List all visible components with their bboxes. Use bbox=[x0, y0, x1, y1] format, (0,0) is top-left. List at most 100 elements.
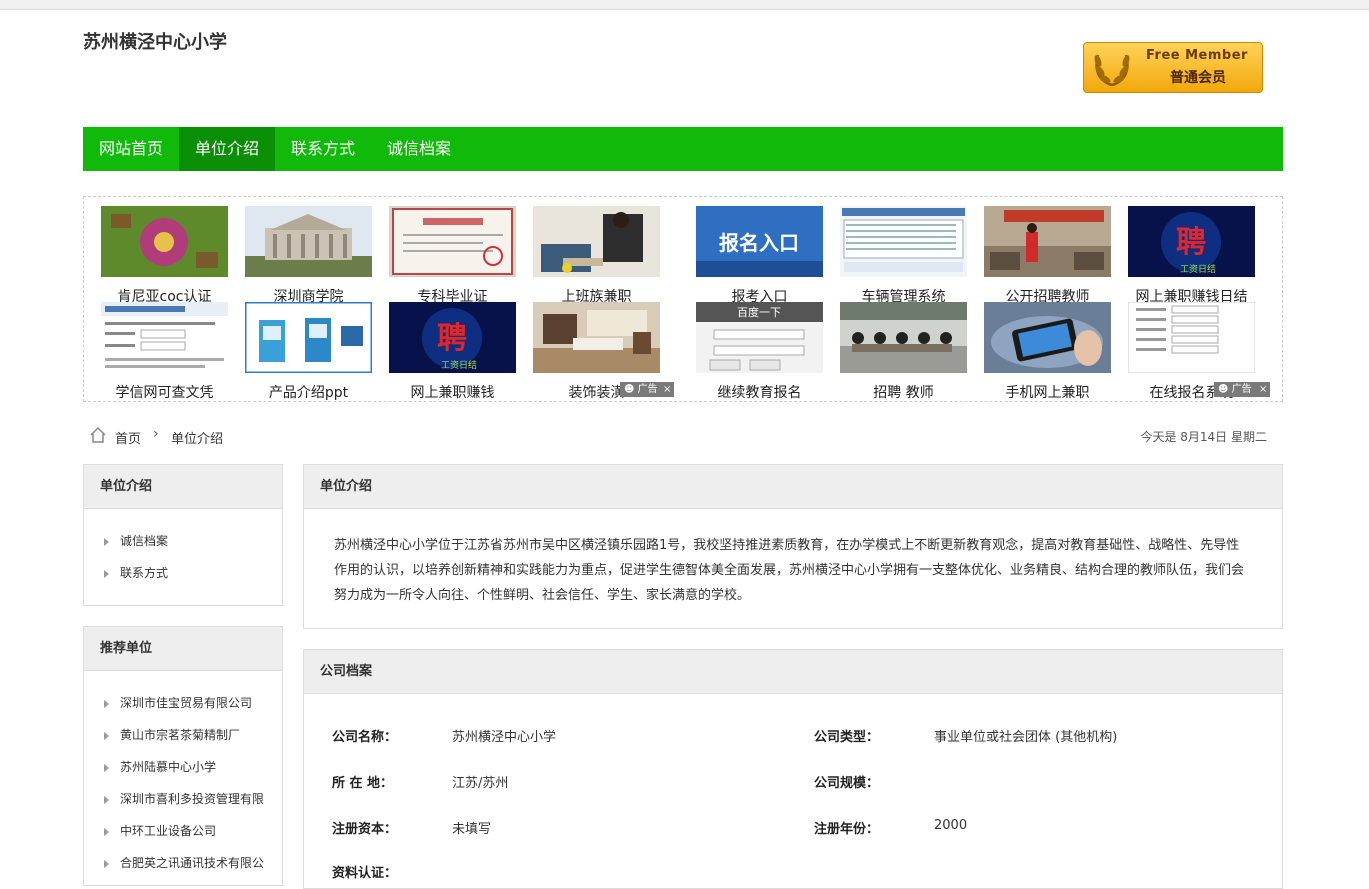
list-item-label: 黄山市宗茗茶菊精制厂 bbox=[120, 728, 241, 742]
ad-close-button[interactable]: × bbox=[1256, 382, 1271, 397]
badge-cn: 普通会员 bbox=[1170, 70, 1226, 86]
sidebar-item-credit[interactable]: 诚信档案 bbox=[84, 525, 282, 557]
ad-tag[interactable]: ☻ 广告 bbox=[620, 382, 662, 397]
member-badge: Free Member 普通会员 bbox=[1083, 42, 1263, 93]
ad-thumb bbox=[840, 206, 967, 277]
sidebar-item-label: 联系方式 bbox=[120, 566, 169, 580]
nav-credit[interactable]: 诚信档案 bbox=[371, 127, 467, 171]
list-item-label: 合肥英之讯通讯技术有限公 bbox=[120, 856, 265, 870]
ad-item[interactable]: 报名入口 报考入口 bbox=[696, 206, 823, 305]
ad-close-button[interactable]: × bbox=[660, 382, 675, 397]
sidebar-recommend-box: 推荐单位 深圳市佳宝贸易有限公司 黄山市宗茗茶菊精制厂 苏州陆慕中心小学 深圳市… bbox=[83, 626, 283, 886]
field-label: 公司名称： bbox=[332, 730, 398, 745]
ad-caption: 继续教育报名 bbox=[717, 385, 802, 401]
ad-caption: 招聘 教师 bbox=[873, 385, 934, 401]
browser-top-strip bbox=[0, 0, 1369, 10]
ad-item[interactable]: 车辆管理系统 bbox=[840, 206, 967, 305]
nav-contact[interactable]: 联系方式 bbox=[275, 127, 371, 171]
list-item-label: 苏州陆慕中心小学 bbox=[120, 760, 217, 774]
ad-item[interactable]: 上班族兼职 bbox=[533, 206, 660, 305]
svg-text:工资日结: 工资日结 bbox=[441, 359, 477, 371]
ad-thumb bbox=[533, 206, 660, 277]
field-label: 资料认证： bbox=[332, 866, 398, 881]
intro-title: 单位介绍 bbox=[304, 465, 1282, 509]
ad-thumb bbox=[984, 302, 1111, 373]
field-value: 未填写 bbox=[452, 822, 492, 837]
sidebar-item-label: 诚信档案 bbox=[120, 534, 169, 548]
list-item[interactable]: 深圳市喜利多投资管理有限 bbox=[84, 783, 282, 815]
triangle-right-icon bbox=[104, 732, 109, 740]
header: 苏州横泾中心小学 Free Member 普通会员 bbox=[83, 10, 1283, 127]
svg-text:聘: 聘 bbox=[437, 321, 467, 356]
profile-title: 公司档案 bbox=[304, 650, 1282, 694]
sidebar-recommend-title: 推荐单位 bbox=[84, 627, 282, 671]
field-label: 注册资本： bbox=[332, 822, 398, 837]
ad-item[interactable]: 聘工资日结 网上兼职赚钱日结 bbox=[1128, 206, 1255, 305]
site-title[interactable]: 苏州横泾中心小学 bbox=[83, 28, 227, 54]
svg-text:报名入口: 报名入口 bbox=[719, 231, 799, 255]
ad-item[interactable]: 公开招聘教师 bbox=[984, 206, 1111, 305]
field-label: 公司规模： bbox=[814, 776, 880, 791]
list-item[interactable]: 深圳市佳宝贸易有限公司 bbox=[84, 687, 282, 719]
ad-item[interactable]: 学信网可查文凭 bbox=[101, 302, 228, 401]
ad-item[interactable]: 手机网上兼职 bbox=[984, 302, 1111, 401]
ad-thumb bbox=[245, 206, 372, 277]
svg-text:聘: 聘 bbox=[1176, 225, 1206, 260]
ad-thumb: 百度一下 bbox=[696, 302, 823, 373]
sidebar-about-list: 诚信档案 联系方式 bbox=[84, 509, 282, 589]
breadcrumb-current: 单位介绍 bbox=[171, 432, 224, 447]
chevron-right-icon: › bbox=[153, 426, 159, 442]
home-icon[interactable] bbox=[89, 426, 107, 444]
list-item[interactable]: 中环工业设备公司 bbox=[84, 815, 282, 847]
current-date: 今天是 8月14日 星期二 bbox=[1140, 430, 1267, 444]
triangle-right-icon bbox=[104, 764, 109, 772]
svg-text:百度一下: 百度一下 bbox=[737, 305, 781, 319]
list-item[interactable]: 黄山市宗茗茶菊精制厂 bbox=[84, 719, 282, 751]
ad-thumb bbox=[101, 206, 228, 277]
ad-thumb bbox=[101, 302, 228, 373]
ad-tag[interactable]: ☻ 广告 bbox=[1214, 382, 1256, 397]
field-label: 注册年份： bbox=[814, 822, 880, 837]
ad-item[interactable]: 肯尼亚coc认证 bbox=[101, 206, 228, 305]
triangle-right-icon bbox=[104, 860, 109, 868]
triangle-right-icon bbox=[104, 700, 109, 708]
sidebar-about-title: 单位介绍 bbox=[84, 465, 282, 509]
ad-caption: 手机网上兼职 bbox=[1005, 385, 1090, 401]
field-value: 苏州横泾中心小学 bbox=[452, 730, 557, 745]
ad-item[interactable]: 专科毕业证 bbox=[389, 206, 516, 305]
ad-tag-label: 广告 bbox=[637, 384, 658, 395]
ad-item[interactable]: 百度一下 继续教育报名 bbox=[696, 302, 823, 401]
list-item-label: 中环工业设备公司 bbox=[120, 824, 217, 838]
ad-item[interactable]: 招聘 教师 bbox=[840, 302, 967, 401]
ad-item[interactable]: 产品介绍ppt bbox=[245, 302, 372, 401]
triangle-right-icon bbox=[104, 828, 109, 836]
triangle-right-icon bbox=[104, 796, 109, 804]
ad-thumb: 报名入口 bbox=[696, 206, 823, 277]
list-item[interactable]: 合肥英之讯通讯技术有限公 bbox=[84, 847, 282, 879]
ad-item[interactable]: 深圳商学院 bbox=[245, 206, 372, 305]
ad-caption: 产品介绍ppt bbox=[268, 385, 349, 401]
field-value: 2000 bbox=[934, 818, 968, 833]
breadcrumb-home[interactable]: 首页 bbox=[115, 428, 141, 447]
ad-person-icon: ☻ bbox=[1218, 384, 1229, 395]
ad-thumb: 聘工资日结 bbox=[1128, 206, 1255, 277]
intro-box: 单位介绍 苏州横泾中心小学位于江苏省苏州市吴中区横泾镇乐园路1号，我校坚持推进素… bbox=[303, 464, 1283, 629]
ad-item[interactable]: 聘工资日结 网上兼职赚钱 bbox=[389, 302, 516, 401]
svg-text:工资日结: 工资日结 bbox=[1180, 263, 1216, 275]
sidebar-item-contact[interactable]: 联系方式 bbox=[84, 557, 282, 589]
list-item[interactable]: 苏州陆慕中心小学 bbox=[84, 751, 282, 783]
sidebar-about-box: 单位介绍 诚信档案 联系方式 bbox=[83, 464, 283, 606]
nav-about[interactable]: 单位介绍 bbox=[179, 127, 276, 171]
ad-thumb bbox=[389, 206, 516, 277]
list-item-label: 深圳市佳宝贸易有限公司 bbox=[120, 696, 253, 710]
ad-person-icon: ☻ bbox=[624, 384, 635, 395]
badge-en: Free Member bbox=[1146, 48, 1248, 63]
field-value: 江苏/苏州 bbox=[452, 776, 509, 791]
ad-tag-label: 广告 bbox=[1231, 384, 1252, 395]
sidebar-recommend-list: 深圳市佳宝贸易有限公司 黄山市宗茗茶菊精制厂 苏州陆慕中心小学 深圳市喜利多投资… bbox=[84, 671, 282, 879]
ad-caption: 网上兼职赚钱 bbox=[410, 385, 495, 401]
breadcrumb: 首页 › 单位介绍 今天是 8月14日 星期二 bbox=[83, 425, 1283, 447]
ad-thumb: 聘工资日结 bbox=[389, 302, 516, 373]
ad-thumb bbox=[984, 206, 1111, 277]
nav-home[interactable]: 网站首页 bbox=[83, 127, 179, 171]
